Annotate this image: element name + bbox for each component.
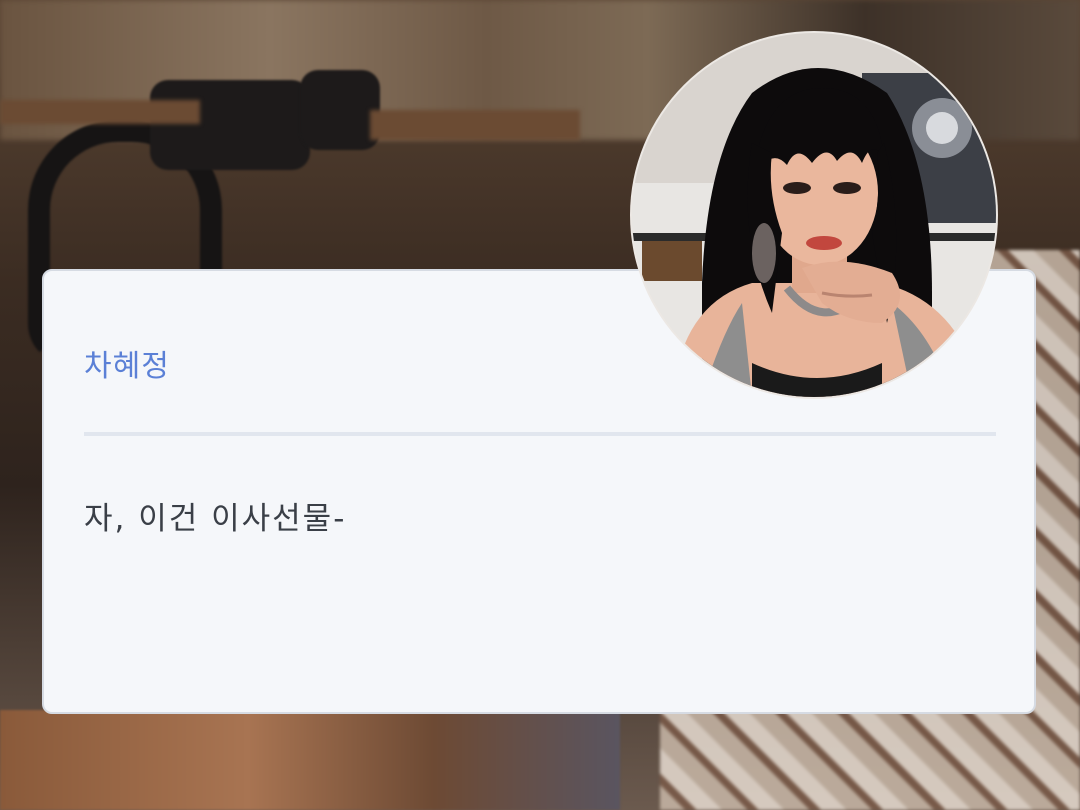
speaker-name: 차혜정	[84, 349, 170, 384]
character-portrait-icon	[632, 33, 996, 397]
dialog-message: 자, 이건 이사선물-	[84, 501, 347, 537]
background-shelf	[0, 710, 620, 810]
background-chair	[150, 80, 310, 170]
background-table	[0, 100, 200, 124]
background-table	[370, 110, 580, 140]
dialog-divider	[84, 432, 996, 436]
portrait-illustration	[632, 33, 996, 397]
background-chair	[300, 70, 380, 150]
